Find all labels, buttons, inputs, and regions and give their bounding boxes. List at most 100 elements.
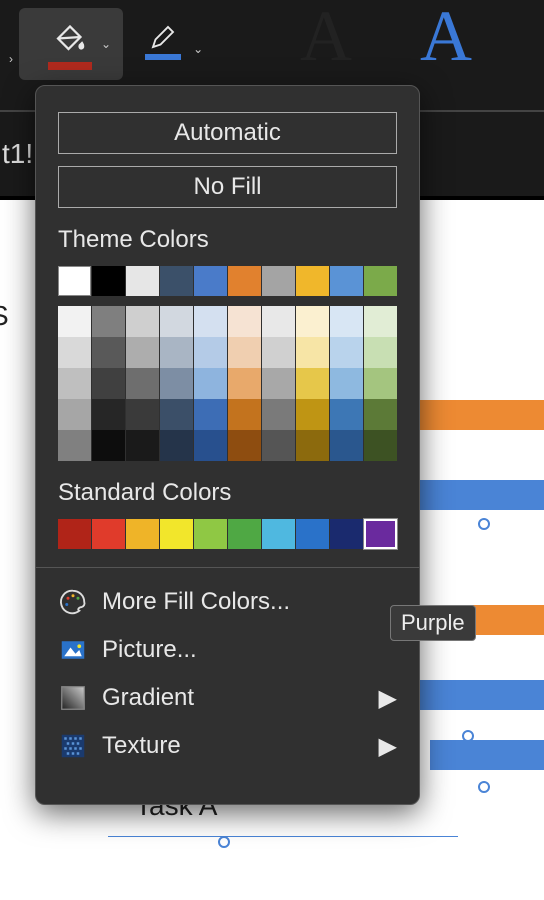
divider — [36, 567, 419, 568]
tint-swatch-3-1[interactable] — [92, 399, 125, 430]
theme-swatch-1[interactable] — [92, 266, 125, 296]
standard-swatch-5[interactable] — [228, 519, 261, 549]
chart-bar-blue-2[interactable] — [400, 680, 544, 710]
tint-swatch-1-4[interactable] — [194, 337, 227, 368]
picture-fill-label: Picture... — [102, 636, 197, 664]
chevron-down-icon[interactable]: ⌄ — [187, 42, 209, 56]
tint-swatch-0-5[interactable] — [228, 306, 261, 337]
gradient-fill-item[interactable]: Gradient ▶ — [58, 674, 397, 722]
texture-fill-label: Texture — [102, 732, 181, 760]
tint-swatch-4-8[interactable] — [330, 430, 363, 461]
font-preview-a-blue: A — [420, 0, 472, 78]
resize-handle-icon[interactable] — [462, 730, 474, 742]
theme-swatch-0[interactable] — [58, 266, 91, 296]
tint-swatch-2-1[interactable] — [92, 368, 125, 399]
standard-swatch-6[interactable] — [262, 519, 295, 549]
tint-swatch-3-9[interactable] — [364, 399, 397, 430]
automatic-button[interactable]: Automatic — [58, 112, 397, 154]
tint-swatch-1-1[interactable] — [92, 337, 125, 368]
formula-text: t1! — [0, 138, 33, 170]
standard-color-row — [58, 519, 397, 549]
picture-icon — [58, 635, 88, 665]
tint-swatch-3-6[interactable] — [262, 399, 295, 430]
tint-swatch-0-3[interactable] — [160, 306, 193, 337]
color-tooltip: Purple — [390, 605, 476, 641]
theme-swatch-4[interactable] — [194, 266, 227, 296]
resize-handle-icon[interactable] — [218, 836, 230, 848]
tint-swatch-2-7[interactable] — [296, 368, 329, 399]
tint-swatch-1-6[interactable] — [262, 337, 295, 368]
tint-swatch-1-7[interactable] — [296, 337, 329, 368]
chart-bar-orange-1[interactable] — [400, 400, 544, 430]
tint-swatch-2-3[interactable] — [160, 368, 193, 399]
texture-fill-item[interactable]: Texture ▶ — [58, 722, 397, 770]
chevron-right-icon[interactable]: › — [3, 52, 19, 66]
tint-swatch-4-6[interactable] — [262, 430, 295, 461]
tint-swatch-2-2[interactable] — [126, 368, 159, 399]
border-color-button[interactable] — [143, 22, 183, 60]
tint-swatch-4-7[interactable] — [296, 430, 329, 461]
tint-swatch-2-0[interactable] — [58, 368, 91, 399]
chevron-down-icon[interactable]: ⌄ — [95, 37, 117, 51]
tint-swatch-1-3[interactable] — [160, 337, 193, 368]
standard-swatch-1[interactable] — [92, 519, 125, 549]
tint-swatch-0-8[interactable] — [330, 306, 363, 337]
tint-swatch-3-8[interactable] — [330, 399, 363, 430]
tint-swatch-2-8[interactable] — [330, 368, 363, 399]
theme-swatch-9[interactable] — [364, 266, 397, 296]
standard-swatch-9[interactable] — [364, 519, 397, 549]
tint-swatch-4-3[interactable] — [160, 430, 193, 461]
tint-swatch-4-4[interactable] — [194, 430, 227, 461]
standard-swatch-8[interactable] — [330, 519, 363, 549]
no-fill-button[interactable]: No Fill — [58, 166, 397, 208]
tint-swatch-3-0[interactable] — [58, 399, 91, 430]
tint-swatch-0-6[interactable] — [262, 306, 295, 337]
theme-swatch-7[interactable] — [296, 266, 329, 296]
theme-swatch-6[interactable] — [262, 266, 295, 296]
tint-swatch-1-0[interactable] — [58, 337, 91, 368]
chart-bar-blue-1[interactable] — [420, 480, 544, 510]
tint-swatch-0-1[interactable] — [92, 306, 125, 337]
tint-swatch-4-2[interactable] — [126, 430, 159, 461]
tint-swatch-2-6[interactable] — [262, 368, 295, 399]
tint-swatch-0-7[interactable] — [296, 306, 329, 337]
tint-swatch-4-0[interactable] — [58, 430, 91, 461]
font-preview-a-dark: A — [300, 0, 352, 78]
tint-swatch-4-9[interactable] — [364, 430, 397, 461]
tint-swatch-1-9[interactable] — [364, 337, 397, 368]
theme-swatch-3[interactable] — [160, 266, 193, 296]
picture-fill-item[interactable]: Picture... — [58, 626, 397, 674]
tint-swatch-0-2[interactable] — [126, 306, 159, 337]
standard-swatch-2[interactable] — [126, 519, 159, 549]
more-fill-colors-item[interactable]: More Fill Colors... — [58, 578, 397, 626]
tint-swatch-3-7[interactable] — [296, 399, 329, 430]
resize-handle-icon[interactable] — [478, 781, 490, 793]
standard-swatch-3[interactable] — [160, 519, 193, 549]
tint-swatch-0-4[interactable] — [194, 306, 227, 337]
theme-swatch-5[interactable] — [228, 266, 261, 296]
tint-swatch-4-1[interactable] — [92, 430, 125, 461]
tint-swatch-0-0[interactable] — [58, 306, 91, 337]
standard-swatch-0[interactable] — [58, 519, 91, 549]
tint-swatch-1-5[interactable] — [228, 337, 261, 368]
resize-handle-icon[interactable] — [478, 518, 490, 530]
fill-color-button[interactable] — [45, 14, 95, 74]
standard-swatch-4[interactable] — [194, 519, 227, 549]
tint-swatch-3-5[interactable] — [228, 399, 261, 430]
chart-bar-blue-3[interactable] — [430, 740, 544, 770]
tint-swatch-2-5[interactable] — [228, 368, 261, 399]
tint-swatch-1-2[interactable] — [126, 337, 159, 368]
tint-swatch-1-8[interactable] — [330, 337, 363, 368]
tint-swatch-0-9[interactable] — [364, 306, 397, 337]
tint-swatch-2-9[interactable] — [364, 368, 397, 399]
theme-swatch-2[interactable] — [126, 266, 159, 296]
tint-swatch-3-2[interactable] — [126, 399, 159, 430]
tint-swatch-3-3[interactable] — [160, 399, 193, 430]
tint-swatch-3-4[interactable] — [194, 399, 227, 430]
more-fill-colors-label: More Fill Colors... — [102, 588, 290, 616]
theme-colors-label: Theme Colors — [58, 226, 397, 254]
tint-swatch-2-4[interactable] — [194, 368, 227, 399]
standard-swatch-7[interactable] — [296, 519, 329, 549]
theme-swatch-8[interactable] — [330, 266, 363, 296]
tint-swatch-4-5[interactable] — [228, 430, 261, 461]
